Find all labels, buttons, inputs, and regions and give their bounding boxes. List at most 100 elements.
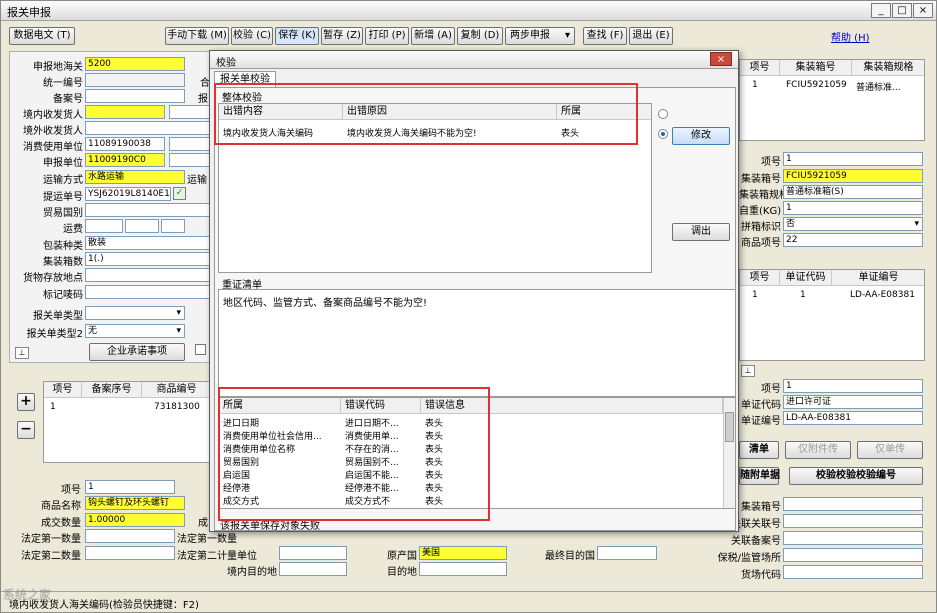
cont-no-input[interactable]: 1 — [783, 152, 923, 166]
storage-input[interactable] — [85, 268, 213, 282]
marks-input[interactable] — [85, 285, 213, 299]
container-row-spec[interactable]: 普通标准... — [856, 80, 924, 93]
consumer-name[interactable] — [169, 137, 213, 151]
cont-spec-input[interactable]: 普通标准箱(S) — [783, 185, 923, 199]
doc-code-input[interactable]: 进口许可证 — [783, 395, 923, 409]
add-button[interactable]: 新增 (A) — [411, 27, 455, 45]
bottom-input-3[interactable] — [783, 531, 923, 545]
single-only-button[interactable]: 仅单传 — [857, 441, 923, 459]
label-customs: 申报地海关 — [33, 62, 83, 73]
two-step-label: 两步申报 — [510, 30, 550, 41]
trade-country-input[interactable] — [85, 203, 213, 217]
commit-checkbox[interactable] — [195, 344, 206, 355]
modify-button[interactable]: 修改 — [672, 127, 730, 145]
consumer-input[interactable]: 11089190038 — [85, 137, 165, 151]
first-qty-input[interactable] — [85, 529, 175, 543]
error-grid-scrollbar[interactable] — [723, 398, 735, 508]
document-row-code[interactable]: 1 — [800, 290, 806, 300]
goods-row-no[interactable]: 1 — [50, 402, 56, 412]
item-no-input[interactable]: 1 — [85, 480, 175, 494]
call-out-button[interactable]: 调出 — [672, 223, 730, 241]
enterprise-commit-button[interactable]: 企业承诺事项 — [89, 343, 185, 361]
label-freight: 运费 — [63, 224, 83, 235]
destination-input[interactable] — [419, 562, 507, 576]
containers-input[interactable]: 1(.) — [85, 252, 213, 266]
document-header-num: 单证编号 — [832, 270, 924, 286]
goods-row-hs[interactable]: 73181300 — [154, 402, 200, 412]
close-button[interactable]: × — [913, 3, 933, 18]
transport-input[interactable]: 水路运输 — [85, 170, 185, 184]
label-bill: 提运单号 — [43, 192, 83, 203]
declarer-input[interactable]: 11009190C0 — [85, 153, 165, 167]
document-row-no[interactable]: 1 — [752, 290, 758, 300]
unified-no-input[interactable] — [85, 73, 185, 87]
container-row-no[interactable]: 1 — [752, 80, 758, 90]
record-no-input[interactable] — [85, 89, 185, 103]
freight-input-1[interactable] — [85, 219, 123, 233]
origin-input[interactable]: 美国 — [419, 546, 507, 560]
print-button[interactable]: 打印 (P) — [365, 27, 409, 45]
check-button[interactable]: 校验 (C) — [231, 27, 273, 45]
bottom-input-5[interactable] — [783, 565, 923, 579]
label-cut-1: 报 — [198, 94, 208, 105]
check-dialog: 校验 × 报关单校验 整体校验 出错内容 出错原因 所属 境内收发货人海关编码 … — [209, 50, 739, 532]
label-item-no: 项号 — [61, 485, 81, 496]
cont-flag-value: 否 — [786, 219, 796, 229]
document-row-num[interactable]: LD-AA-E08381 — [850, 290, 915, 300]
doc-num-input[interactable]: LD-AA-E08381 — [783, 411, 923, 425]
customs-input[interactable]: 5200 — [85, 57, 185, 71]
checkmark-icon[interactable]: ✓ — [173, 187, 186, 200]
manual-download-button[interactable]: 手动下载 (M) — [165, 27, 229, 45]
attach-only-button[interactable]: 仅附件传 — [785, 441, 851, 459]
declarer-name[interactable] — [169, 153, 213, 167]
radio-1[interactable] — [658, 109, 668, 119]
add-row-button[interactable]: + — [17, 393, 35, 411]
cert-button[interactable]: 随附单据 — [739, 467, 780, 485]
mode-button[interactable]: 数据电文 (T) — [9, 27, 75, 45]
status-bar: 境内收发货人海关编码(检验员快捷键：F2) 系统之家 — [1, 588, 936, 612]
freight-input-2[interactable] — [125, 219, 159, 233]
temp-save-button[interactable]: 暂存 (Z) — [321, 27, 363, 45]
container-header-spec: 集装箱规格 — [852, 60, 924, 76]
label-cut-3: 运输 — [187, 175, 207, 186]
cont-id-input[interactable]: FCIU5921059 — [783, 169, 923, 183]
check-number-button[interactable]: 校验校验校验编号 — [789, 467, 923, 485]
bottom-input-2[interactable] — [783, 514, 923, 528]
bottom-input-4[interactable] — [783, 548, 923, 562]
dialog-close-button[interactable]: × — [710, 52, 732, 66]
item-qty-input[interactable]: 1.00000 — [85, 513, 185, 527]
copy-button[interactable]: 复制 (D) — [457, 27, 503, 45]
find-button[interactable]: 查找 (F) — [583, 27, 627, 45]
overseas-shipper-input[interactable] — [85, 121, 213, 135]
help-link[interactable]: 帮助 (H) — [831, 29, 870, 44]
decl-type-2-select[interactable]: 无 ▾ — [85, 324, 185, 338]
exit-button[interactable]: 退出 (E) — [629, 27, 673, 45]
two-step-select[interactable]: 两步申报 ▾ — [505, 27, 575, 45]
cont-goods-input[interactable]: 22 — [783, 233, 923, 247]
bottom-input-1[interactable] — [783, 497, 923, 511]
bill-input[interactable]: YSJ62019L8140E195 — [85, 187, 171, 201]
container-row-cont[interactable]: FCIU5921059 — [786, 80, 847, 90]
freight-input-3[interactable] — [161, 219, 185, 233]
package-input[interactable]: 散装 — [85, 236, 213, 250]
cont-weight-input[interactable]: 1 — [783, 201, 923, 215]
maximize-button[interactable]: □ — [892, 3, 912, 18]
doc-no-input[interactable]: 1 — [783, 379, 923, 393]
cont-flag-select[interactable]: 否 ▾ — [783, 217, 923, 231]
label-cont-no: 项号 — [761, 157, 781, 168]
second-unit-input[interactable] — [279, 546, 347, 560]
decl-type-select[interactable]: ▾ — [85, 306, 185, 320]
domestic-shipper-name[interactable] — [169, 105, 213, 119]
save-button[interactable]: 保存 (K) — [275, 27, 319, 45]
radio-2[interactable] — [658, 129, 668, 139]
remove-row-button[interactable]: − — [17, 421, 35, 439]
collapse-icon[interactable]: ⊥ — [15, 347, 29, 359]
item-name-input[interactable]: 钩头螺钉及环头螺钉 — [85, 496, 185, 510]
second-qty-input[interactable] — [85, 546, 175, 560]
final-country-input[interactable] — [597, 546, 657, 560]
domestic-shipper-input[interactable] — [85, 105, 165, 119]
domestic-dest-input[interactable] — [279, 562, 347, 576]
minimize-button[interactable]: _ — [871, 3, 891, 18]
collapse-icon[interactable]: ⊥ — [741, 365, 755, 377]
list-button[interactable]: 清单 — [739, 441, 779, 459]
